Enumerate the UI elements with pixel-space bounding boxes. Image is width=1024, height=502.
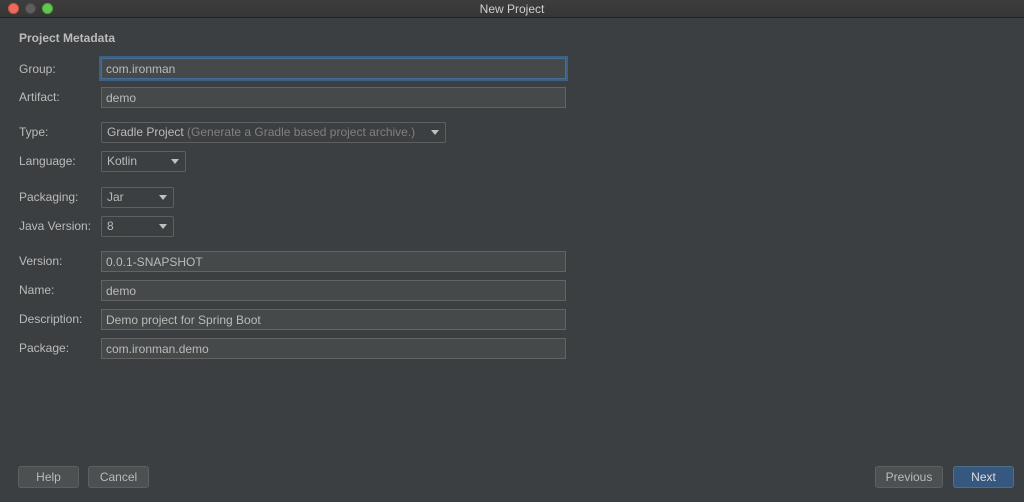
type-select[interactable]: Gradle Project (Generate a Gradle based …	[101, 122, 446, 143]
packaging-select-value: Jar	[107, 190, 124, 204]
java-version-select-value: 8	[107, 219, 114, 233]
packaging-label: Packaging:	[19, 190, 79, 204]
group-input[interactable]	[101, 58, 566, 79]
window-title: New Project	[479, 2, 545, 16]
packaging-select[interactable]: Jar	[101, 187, 174, 208]
name-input[interactable]	[101, 280, 566, 301]
name-label: Name:	[19, 283, 55, 297]
section-title: Project Metadata	[19, 31, 116, 45]
previous-button[interactable]: Previous	[875, 466, 943, 488]
package-label: Package:	[19, 341, 70, 355]
next-button[interactable]: Next	[953, 466, 1014, 488]
package-input[interactable]	[101, 338, 566, 359]
language-select-value: Kotlin	[107, 154, 138, 168]
description-label: Description:	[19, 312, 83, 326]
group-label: Group:	[19, 62, 56, 76]
chevron-down-icon	[431, 130, 439, 135]
language-label: Language:	[19, 154, 76, 168]
artifact-input[interactable]	[101, 87, 566, 108]
type-select-value: Gradle Project	[107, 125, 184, 139]
chevron-down-icon	[159, 224, 167, 229]
java-version-label: Java Version:	[19, 219, 92, 233]
chevron-down-icon	[171, 159, 179, 164]
type-label: Type:	[19, 125, 49, 139]
version-label: Version:	[19, 254, 63, 268]
java-version-select[interactable]: 8	[101, 216, 174, 237]
type-select-hint: (Generate a Gradle based project archive…	[187, 125, 416, 139]
cancel-button[interactable]: Cancel	[88, 466, 149, 488]
version-input[interactable]	[101, 251, 566, 272]
help-button[interactable]: Help	[18, 466, 79, 488]
chevron-down-icon	[159, 195, 167, 200]
description-input[interactable]	[101, 309, 566, 330]
artifact-label: Artifact:	[19, 90, 60, 104]
title-bar: New Project	[0, 0, 1024, 18]
language-select[interactable]: Kotlin	[101, 151, 186, 172]
